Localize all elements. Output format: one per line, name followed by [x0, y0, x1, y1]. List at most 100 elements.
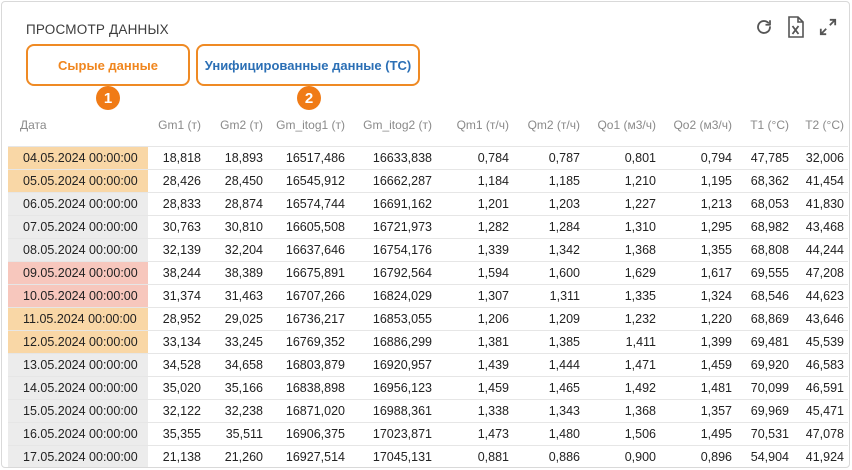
table-row[interactable]: 09.05.2024 00:00:00 38,244 38,389 16675,891… [8, 261, 848, 285]
value-cell: 16675,891 [267, 261, 349, 285]
table-row[interactable]: 08.05.2024 00:00:00 32,139 32,204 16637,646… [8, 238, 848, 262]
value-cell: 46,591 [793, 376, 848, 400]
column-header[interactable]: Qo1 (м3/ч) [584, 104, 660, 146]
value-cell: 31,374 [148, 284, 205, 308]
value-cell: 28,426 [148, 169, 205, 193]
column-header[interactable]: T1 (°C) [736, 104, 793, 146]
value-cell: 1,209 [513, 307, 584, 331]
value-cell: 35,020 [148, 376, 205, 400]
value-cell: 1,594 [436, 261, 513, 285]
value-cell: 1,203 [513, 192, 584, 216]
value-cell: 0,896 [660, 445, 736, 467]
value-cell: 33,245 [205, 330, 267, 354]
value-cell: 1,357 [660, 399, 736, 423]
column-header[interactable]: T2 (°C) [793, 104, 848, 146]
value-cell: 69,969 [736, 399, 793, 423]
value-cell: 1,459 [660, 353, 736, 377]
value-cell: 1,368 [584, 238, 660, 262]
value-cell: 1,355 [660, 238, 736, 262]
value-cell: 1,600 [513, 261, 584, 285]
excel-export-icon[interactable] [785, 16, 807, 38]
value-cell: 32,238 [205, 399, 267, 423]
value-cell: 1,629 [584, 261, 660, 285]
value-cell: 1,195 [660, 169, 736, 193]
expand-icon[interactable] [817, 16, 839, 38]
value-cell: 1,284 [513, 215, 584, 239]
value-cell: 28,450 [205, 169, 267, 193]
table-row[interactable]: 07.05.2024 00:00:00 30,763 30,810 16605,508… [8, 215, 848, 239]
value-cell: 0,881 [436, 445, 513, 467]
value-cell: 28,833 [148, 192, 205, 216]
value-cell: 16707,266 [267, 284, 349, 308]
value-cell: 32,122 [148, 399, 205, 423]
value-cell: 1,480 [513, 422, 584, 446]
value-cell: 68,362 [736, 169, 793, 193]
value-cell: 70,099 [736, 376, 793, 400]
value-cell: 16637,646 [267, 238, 349, 262]
value-cell: 43,468 [793, 215, 848, 239]
value-cell: 1,206 [436, 307, 513, 331]
table-row[interactable]: 14.05.2024 00:00:00 35,020 35,166 16838,898… [8, 376, 848, 400]
toolbar [753, 16, 839, 38]
value-cell: 34,658 [205, 353, 267, 377]
table-row[interactable]: 11.05.2024 00:00:00 28,952 29,025 16736,217… [8, 307, 848, 331]
value-cell: 69,481 [736, 330, 793, 354]
column-header[interactable]: Gm2 (т) [205, 104, 267, 146]
column-header[interactable]: Gm_itog1 (т) [267, 104, 349, 146]
value-cell: 1,342 [513, 238, 584, 262]
value-cell: 16920,957 [349, 353, 436, 377]
panel-title: ПРОСМОТР ДАННЫХ [26, 22, 169, 37]
value-cell: 41,454 [793, 169, 848, 193]
table-row[interactable]: 17.05.2024 00:00:00 21,138 21,260 16927,514… [8, 445, 848, 467]
value-cell: 1,492 [584, 376, 660, 400]
value-cell: 16736,217 [267, 307, 349, 331]
value-cell: 34,528 [148, 353, 205, 377]
value-cell: 17045,131 [349, 445, 436, 467]
table-row[interactable]: 15.05.2024 00:00:00 32,122 32,238 16871,020… [8, 399, 848, 423]
tab-unified-data[interactable]: Унифицированные данные (ТС) [196, 44, 420, 86]
value-cell: 0,784 [436, 145, 513, 170]
value-cell: 1,184 [436, 169, 513, 193]
column-header[interactable]: Qm1 (т/ч) [436, 104, 513, 146]
value-cell: 38,244 [148, 261, 205, 285]
value-cell: 47,785 [736, 145, 793, 170]
value-cell: 29,025 [205, 307, 267, 331]
table-row[interactable]: 12.05.2024 00:00:00 33,134 33,245 16769,352… [8, 330, 848, 354]
date-cell: 15.05.2024 00:00:00 [8, 399, 148, 423]
value-cell: 46,583 [793, 353, 848, 377]
value-cell: 30,763 [148, 215, 205, 239]
column-header[interactable]: Qm2 (т/ч) [513, 104, 584, 146]
value-cell: 1,481 [660, 376, 736, 400]
value-cell: 1,343 [513, 399, 584, 423]
value-cell: 45,539 [793, 330, 848, 354]
value-cell: 18,893 [205, 145, 267, 170]
table-row[interactable]: 10.05.2024 00:00:00 31,374 31,463 16707,266… [8, 284, 848, 308]
table-row[interactable]: 16.05.2024 00:00:00 35,355 35,511 16906,375… [8, 422, 848, 446]
value-cell: 47,208 [793, 261, 848, 285]
value-cell: 1,385 [513, 330, 584, 354]
value-cell: 32,139 [148, 238, 205, 262]
table-row[interactable]: 06.05.2024 00:00:00 28,833 28,874 16574,744… [8, 192, 848, 216]
value-cell: 16792,564 [349, 261, 436, 285]
value-cell: 44,244 [793, 238, 848, 262]
value-cell: 21,138 [148, 445, 205, 467]
table-row[interactable]: 05.05.2024 00:00:00 28,426 28,450 16545,912… [8, 169, 848, 193]
column-header[interactable]: Gm_itog2 (т) [349, 104, 436, 146]
value-cell: 16769,352 [267, 330, 349, 354]
value-cell: 68,808 [736, 238, 793, 262]
value-cell: 16988,361 [349, 399, 436, 423]
value-cell: 69,920 [736, 353, 793, 377]
value-cell: 18,818 [148, 145, 205, 170]
tab-raw-data[interactable]: Сырые данные [26, 44, 190, 86]
value-cell: 68,053 [736, 192, 793, 216]
value-cell: 1,439 [436, 353, 513, 377]
data-table: Дата Gm1 (т) Gm2 (т) Gm_itog1 (т) Gm_itog2 (… [8, 104, 848, 467]
column-header[interactable]: Qo2 (м3/ч) [660, 104, 736, 146]
table-row[interactable]: 13.05.2024 00:00:00 34,528 34,658 16803,879… [8, 353, 848, 377]
table-row[interactable]: 04.05.2024 00:00:00 18,818 18,893 16517,486… [8, 145, 848, 170]
column-header[interactable]: Gm1 (т) [148, 104, 205, 146]
column-header[interactable]: Дата [8, 104, 148, 146]
value-cell: 1,201 [436, 192, 513, 216]
refresh-icon[interactable] [753, 16, 775, 38]
value-cell: 47,078 [793, 422, 848, 446]
